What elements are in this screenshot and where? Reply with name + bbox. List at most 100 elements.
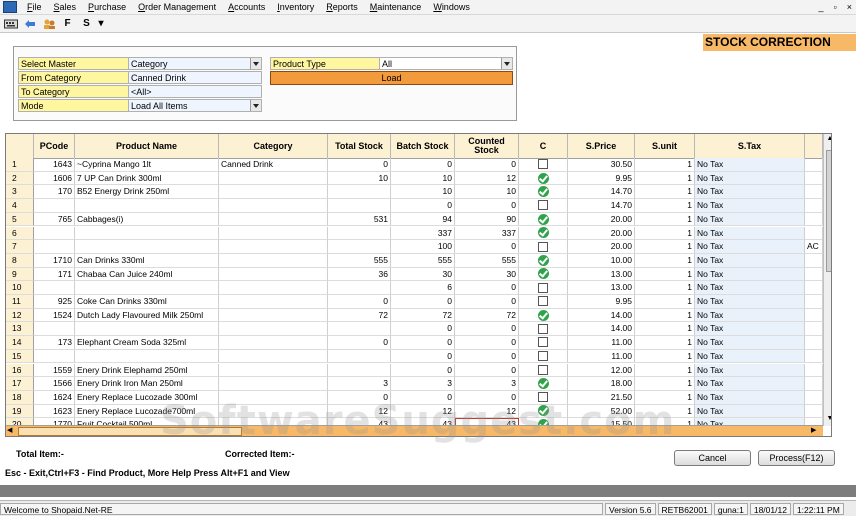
checkbox[interactable] [538, 392, 548, 403]
cell-sprice[interactable]: 11.00 [568, 349, 635, 364]
cell-extra[interactable] [805, 253, 823, 268]
table-row[interactable]: 3 170 B52 Energy Drink 250ml 10 10 14.70 1 No T… [6, 185, 831, 200]
cell-total-stock[interactable]: 531 [328, 212, 391, 227]
cell-total-stock[interactable]: 12 [328, 404, 391, 419]
col-stax[interactable]: S.Tax [695, 134, 805, 158]
cell-batch-stock[interactable]: 0 [391, 336, 455, 350]
cell-product-name[interactable]: Enery Replace Lucozade700ml [75, 404, 219, 419]
cell-category[interactable] [219, 308, 328, 323]
cell-sprice[interactable]: 14.00 [568, 308, 635, 323]
check-circle-icon[interactable] [537, 186, 549, 198]
cell-sprice[interactable]: 14.70 [568, 185, 635, 200]
cell-stax[interactable]: No Tax [695, 336, 805, 350]
cell-sprice[interactable]: 14.70 [568, 199, 635, 213]
cell-total-stock[interactable]: 72 [328, 308, 391, 323]
cell-batch-stock[interactable]: 0 [391, 199, 455, 213]
cell-total-stock[interactable]: 0 [328, 336, 391, 350]
cell-sunit[interactable]: 1 [635, 322, 695, 337]
cell-stax[interactable]: No Tax [695, 226, 805, 241]
menu-file[interactable]: File [21, 0, 48, 14]
checkbox[interactable] [538, 200, 548, 211]
cell-sunit[interactable]: 1 [635, 349, 695, 364]
cell-batch-stock[interactable]: 100 [391, 240, 455, 254]
cell-counted-stock[interactable]: 0 [455, 363, 519, 378]
table-row[interactable]: 11 925 Coke Can Drinks 330ml 0 0 0 9.95 1 No Tax [6, 295, 831, 309]
cell-category[interactable] [219, 253, 328, 268]
cell-batch-stock[interactable]: 0 [391, 158, 455, 172]
cell-stax[interactable]: No Tax [695, 281, 805, 295]
cell-product-name[interactable]: Enery Replace Lucozade 300ml [75, 390, 219, 405]
cell-category[interactable] [219, 349, 328, 364]
chevron-down-icon[interactable] [250, 100, 261, 111]
cell-stax[interactable]: No Tax [695, 240, 805, 254]
table-row[interactable]: 18 1624 Enery Replace Lucozade 300ml 0 0 0 21.… [6, 390, 831, 405]
checkbox[interactable] [538, 337, 548, 348]
check-circle-icon[interactable] [537, 309, 549, 321]
cell-extra[interactable] [805, 171, 823, 186]
menu-sales[interactable]: Sales [48, 0, 83, 14]
cell-stax[interactable]: No Tax [695, 404, 805, 419]
cell-extra[interactable]: AC [805, 240, 823, 254]
restore-icon[interactable]: ▫ [834, 0, 837, 14]
cell-check[interactable] [519, 377, 568, 391]
cell-category[interactable] [219, 171, 328, 186]
cell-check[interactable] [519, 363, 568, 378]
cell-stax[interactable]: No Tax [695, 322, 805, 337]
cell-check[interactable] [519, 322, 568, 337]
cell-sunit[interactable]: 1 [635, 226, 695, 241]
cell-pcode[interactable]: 1559 [34, 363, 75, 378]
cell-pcode[interactable]: 170 [34, 185, 75, 200]
cell-product-name[interactable] [75, 281, 219, 295]
scroll-up-icon[interactable]: ▲ [825, 135, 831, 145]
table-row[interactable]: 6 337 337 20.00 1 No Tax [6, 226, 831, 241]
cell-extra[interactable] [805, 377, 823, 391]
cell-sunit[interactable]: 1 [635, 199, 695, 213]
cell-batch-stock[interactable]: 0 [391, 295, 455, 309]
cell-sprice[interactable]: 10.00 [568, 253, 635, 268]
cell-sprice[interactable]: 20.00 [568, 212, 635, 227]
cell-sprice[interactable]: 18.00 [568, 377, 635, 391]
menu-inventory[interactable]: Inventory [271, 0, 320, 14]
cell-batch-stock[interactable]: 337 [391, 226, 455, 241]
cell-sunit[interactable]: 1 [635, 253, 695, 268]
table-row[interactable]: 8 1710 Can Drinks 330ml 555 555 555 10.00 1 No T… [6, 253, 831, 268]
col-counted-stock[interactable]: Counted Stock [455, 134, 519, 158]
cell-product-name[interactable]: ~Cyprina Mango 1lt [75, 158, 219, 172]
cell-extra[interactable] [805, 185, 823, 200]
cell-sprice[interactable]: 14.00 [568, 322, 635, 337]
cell-sprice[interactable]: 30.50 [568, 158, 635, 172]
col-product-name[interactable]: Product Name [75, 134, 219, 158]
cell-batch-stock[interactable]: 10 [391, 185, 455, 200]
cell-sprice[interactable]: 9.95 [568, 295, 635, 309]
cell-stax[interactable]: No Tax [695, 390, 805, 405]
cell-batch-stock[interactable]: 3 [391, 377, 455, 391]
table-row[interactable]: 12 1524 Dutch Lady Flavoured Milk 250ml 72 7… [6, 308, 831, 323]
cell-pcode[interactable] [34, 322, 75, 337]
cell-pcode[interactable]: 1566 [34, 377, 75, 391]
cell-product-name[interactable]: B52 Energy Drink 250ml [75, 185, 219, 200]
cell-check[interactable] [519, 240, 568, 254]
check-circle-icon[interactable] [537, 268, 549, 280]
table-row[interactable]: 17 1566 Enery Drink Iron Man 250ml 3 3 3 18.00… [6, 377, 831, 391]
cell-stax[interactable]: No Tax [695, 363, 805, 378]
cell-check[interactable] [519, 390, 568, 405]
cell-counted-stock[interactable]: 90 [455, 212, 519, 227]
col-sunit[interactable]: S.unit [635, 134, 695, 158]
to-category-field[interactable]: <All> [128, 85, 262, 98]
cell-sunit[interactable]: 1 [635, 404, 695, 419]
table-row[interactable]: 9 171 Chabaa Can Juice 240ml 36 30 30 13.00 1 No… [6, 267, 831, 282]
table-row[interactable]: 10 6 0 13.00 1 No Tax [6, 281, 831, 295]
cell-batch-stock[interactable]: 0 [391, 390, 455, 405]
from-category-field[interactable]: Canned Drink [128, 71, 262, 84]
cell-product-name[interactable]: Cabbages(i) [75, 212, 219, 227]
check-circle-icon[interactable] [537, 378, 549, 390]
scroll-left-icon[interactable]: ◀ [7, 426, 17, 434]
cell-batch-stock[interactable]: 6 [391, 281, 455, 295]
cell-batch-stock[interactable]: 10 [391, 171, 455, 186]
cell-sprice[interactable]: 9.95 [568, 171, 635, 186]
cell-extra[interactable] [805, 226, 823, 241]
cell-counted-stock[interactable]: 72 [455, 308, 519, 323]
select-master-dropdown[interactable]: Category [128, 57, 262, 70]
cell-sunit[interactable]: 1 [635, 212, 695, 227]
check-circle-icon[interactable] [537, 227, 549, 239]
